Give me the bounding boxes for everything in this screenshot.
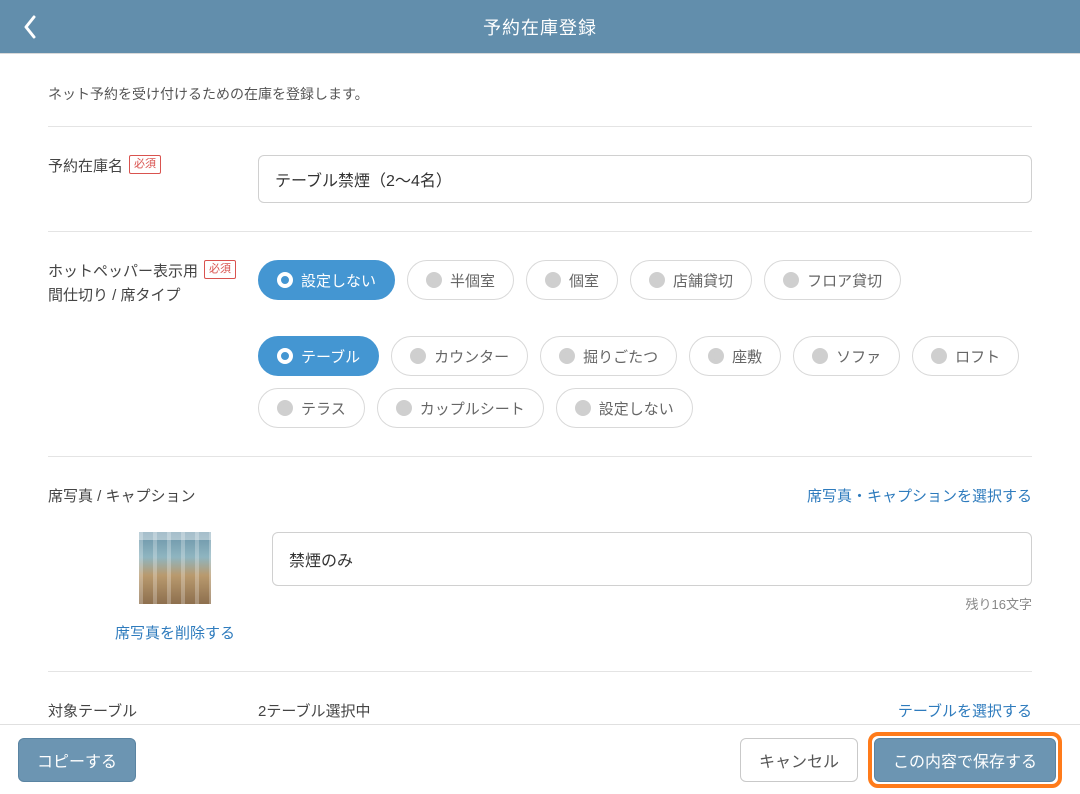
label-inventory-name: 予約在庫名 必須 [48,155,258,203]
seat-type-chip-8[interactable]: 設定しない [556,388,693,428]
radio-icon [410,348,426,364]
label-seat-photo: 席写真 / キャプション [48,485,196,506]
chip-label: テラス [301,398,346,419]
radio-icon [545,272,561,288]
chip-label: 設定しない [301,270,376,291]
seat-type-chip-3[interactable]: 座敷 [689,336,781,376]
required-badge: 必須 [204,260,236,279]
seat-type-chip-6[interactable]: テラス [258,388,365,428]
partition-chip-4[interactable]: フロア貸切 [764,260,901,300]
chip-label: ソファ [836,346,881,367]
page-title: 予約在庫登録 [0,14,1080,40]
partition-chip-1[interactable]: 半個室 [407,260,514,300]
seat-type-chip-0[interactable]: テーブル [258,336,379,376]
radio-icon [277,400,293,416]
save-highlight: この内容で保存する [868,732,1062,788]
seat-photo-thumbnail[interactable] [139,532,211,604]
row-seat-photo: 席写真 / キャプション 席写真・キャプションを選択する 席写真を削除する 残り… [48,457,1032,672]
radio-icon [708,348,724,364]
save-button[interactable]: この内容で保存する [874,738,1056,782]
select-tables-link[interactable]: テーブルを選択する [898,700,1032,721]
select-seat-photo-link[interactable]: 席写真・キャプションを選択する [807,485,1032,506]
row-partition-seat-type: ホットペッパー表示用 間仕切り / 席タイプ 必須 設定しない 半個室 個室 店舗貸切… [48,232,1032,457]
char-left-text: 残り16文字 [272,594,1032,613]
chip-label: 個室 [569,270,599,291]
caption-input[interactable] [272,532,1032,586]
seat-type-chip-group: テーブル カウンター 掘りごたつ 座敷 ソファ ロフトテラス カップルシート 設定しない [258,336,1032,428]
radio-icon [559,348,575,364]
label-text-line1: ホットペッパー表示用 [48,263,198,280]
label-partition-seat-type: ホットペッパー表示用 間仕切り / 席タイプ 必須 [48,260,258,428]
chip-label: テーブル [301,346,360,367]
footer: コピーする キャンセル この内容で保存する [0,724,1080,794]
content-scroll: ネット予約を受け付けるための在庫を登録します。 予約在庫名 必須 ホットペッパー… [0,54,1080,724]
partition-chip-3[interactable]: 店舗貸切 [630,260,752,300]
label-text-line2: 間仕切り / 席タイプ [48,287,181,304]
copy-button[interactable]: コピーする [18,738,136,782]
radio-icon [396,400,412,416]
header: 予約在庫登録 [0,0,1080,54]
chip-label: カップルシート [420,398,525,419]
chip-label: 座敷 [732,346,762,367]
chip-label: フロア貸切 [807,270,882,291]
seat-type-chip-7[interactable]: カップルシート [377,388,544,428]
seat-type-chip-5[interactable]: ロフト [912,336,1019,376]
seat-type-chip-2[interactable]: 掘りごたつ [540,336,677,376]
cancel-button[interactable]: キャンセル [740,738,858,782]
partition-chip-group: 設定しない 半個室 個室 店舗貸切 フロア貸切 [258,260,1032,300]
delete-seat-photo-link[interactable]: 席写真を削除する [115,625,235,642]
radio-icon [812,348,828,364]
chip-label: 設定しない [599,398,674,419]
radio-icon [277,348,293,364]
required-badge: 必須 [129,155,161,174]
radio-icon [277,272,293,288]
chip-label: 店舗貸切 [673,270,733,291]
chip-label: 掘りごたつ [583,346,658,367]
partition-chip-0[interactable]: 設定しない [258,260,395,300]
label-target-tables: 対象テーブル [48,700,258,721]
row-inventory-name: 予約在庫名 必須 [48,127,1032,232]
radio-icon [649,272,665,288]
seat-type-chip-4[interactable]: ソファ [793,336,900,376]
radio-icon [426,272,442,288]
intro-text: ネット予約を受け付けるための在庫を登録します。 [48,54,1032,126]
partition-chip-2[interactable]: 個室 [526,260,618,300]
back-icon[interactable] [22,15,38,39]
inventory-name-input[interactable] [258,155,1032,203]
label-text: 予約在庫名 [48,155,123,179]
radio-icon [931,348,947,364]
row-target-tables: 対象テーブル 2テーブル選択中 テーブルを選択する [48,672,1032,724]
chip-label: ロフト [955,346,1000,367]
radio-icon [575,400,591,416]
chip-label: カウンター [434,346,509,367]
radio-icon [783,272,799,288]
target-tables-value: 2テーブル選択中 [258,700,370,721]
chip-label: 半個室 [450,270,495,291]
seat-type-chip-1[interactable]: カウンター [391,336,528,376]
